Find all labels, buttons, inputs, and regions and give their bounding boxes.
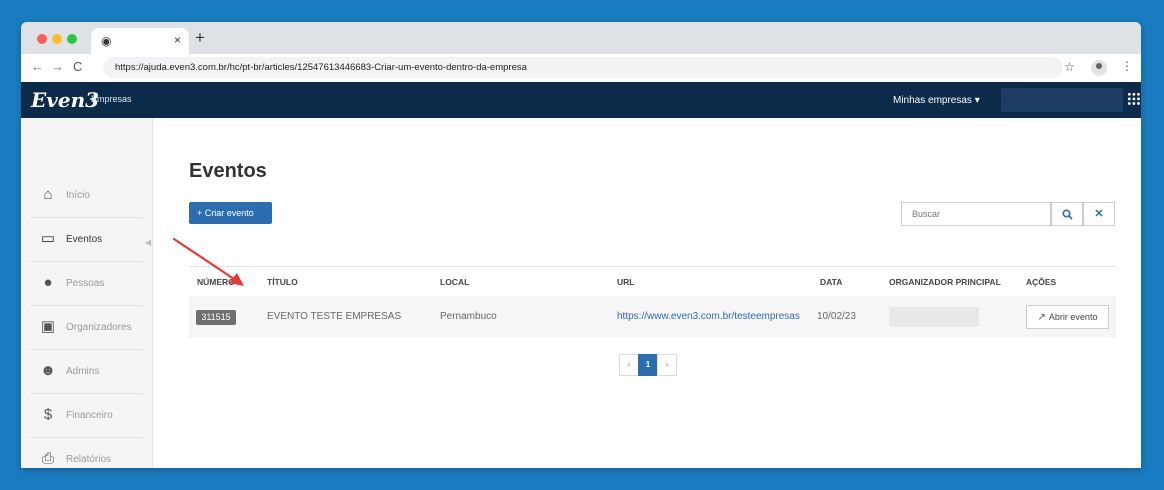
home-icon: ⌂ xyxy=(43,186,53,203)
apps-grid-icon[interactable] xyxy=(1127,92,1141,106)
event-url-link[interactable]: https://www.even3.com.br/testeempresas xyxy=(617,311,800,322)
user-menu[interactable] xyxy=(1001,88,1123,112)
new-tab-button[interactable]: + xyxy=(195,28,205,48)
sidebar-item-label: Organizadores xyxy=(66,322,132,333)
sidebar-item-label: Admins xyxy=(66,366,100,377)
annotation-arrow xyxy=(172,237,244,286)
open-event-label: Abrir evento xyxy=(1048,312,1098,322)
browser-menu-icon[interactable]: ⋮ xyxy=(1121,59,1133,73)
sidebar: ⌂ Início ▭ Eventos ● Pessoas ▣ Organizad… xyxy=(21,118,153,468)
sidebar-item-label: Início xyxy=(66,190,90,201)
collapse-sidebar-icon[interactable]: ◀ xyxy=(145,238,151,247)
forward-icon[interactable]: → xyxy=(51,60,64,74)
id-card-icon: ▣ xyxy=(40,318,56,335)
reload-icon[interactable]: C xyxy=(73,60,82,74)
logo-subtitle: Empresas xyxy=(91,94,132,104)
table-row: 311515 EVENTO TESTE EMPRESAS Pernambuco … xyxy=(189,296,1116,338)
sidebar-item-pessoas[interactable]: ● Pessoas xyxy=(31,262,143,306)
sidebar-item-label: Eventos xyxy=(66,234,103,245)
chrome-icon: ◉ xyxy=(101,34,112,48)
sidebar-item-inicio[interactable]: ⌂ Início xyxy=(31,174,143,218)
printer-icon: ⎙ xyxy=(41,450,54,467)
search-button[interactable] xyxy=(1051,202,1083,226)
person-icon: ● xyxy=(43,274,53,291)
app-header: Even3 Empresas Minhas empresas ▾ xyxy=(21,82,1141,118)
even3-logo[interactable]: Even3 xyxy=(31,88,99,112)
event-date: 10/02/23 xyxy=(817,311,856,322)
column-header-url: URL xyxy=(617,277,635,287)
pagination-page-1[interactable]: 1 xyxy=(638,354,658,376)
pagination-prev[interactable]: « xyxy=(619,354,639,376)
sidebar-item-relatorios[interactable]: ⎙ Relatórios xyxy=(31,438,143,468)
clear-search-button[interactable]: ✕ xyxy=(1083,202,1115,226)
column-header-data: Data xyxy=(820,277,843,287)
organizer-name-redacted xyxy=(889,307,979,327)
event-number-badge: 311515 xyxy=(196,310,236,325)
sidebar-item-label: Pessoas xyxy=(66,278,105,289)
money-bag-icon: $ xyxy=(43,406,53,423)
minimize-window-button[interactable] xyxy=(52,34,62,44)
calendar-icon: ▭ xyxy=(40,230,56,247)
table-header: Número Título Local URL Data Organizador… xyxy=(189,266,1116,297)
page-title: Eventos xyxy=(189,160,267,182)
maximize-window-button[interactable] xyxy=(67,34,77,44)
column-header-local: Local xyxy=(440,277,470,287)
sidebar-item-organizadores[interactable]: ▣ Organizadores xyxy=(31,306,143,350)
event-title: EVENTO TESTE EMPRESAS xyxy=(267,311,402,322)
create-event-button[interactable]: + Criar evento xyxy=(189,202,272,224)
sidebar-item-financeiro[interactable]: $ Financeiro xyxy=(31,394,143,438)
pagination-next[interactable]: » xyxy=(657,354,677,376)
sidebar-item-eventos[interactable]: ▭ Eventos xyxy=(31,218,143,262)
users-icon: ☻ xyxy=(40,362,56,379)
column-header-titulo: Título xyxy=(267,277,298,287)
external-link-icon: ↗ xyxy=(1037,312,1046,323)
close-tab-icon[interactable]: × xyxy=(174,33,181,47)
close-window-button[interactable] xyxy=(37,34,47,44)
event-location: Pernambuco xyxy=(440,311,497,322)
address-bar[interactable]: https://ajuda.even3.com.br/hc/pt-br/arti… xyxy=(103,57,1063,78)
browser-tab[interactable]: ◉ × xyxy=(91,28,189,54)
sidebar-item-label: Financeiro xyxy=(66,410,113,421)
companies-menu[interactable]: Minhas empresas ▾ xyxy=(893,95,980,106)
column-header-organizador: Organizador principal xyxy=(889,277,1001,287)
search-input[interactable] xyxy=(901,202,1051,226)
open-event-button[interactable]: ↗ Abrir evento xyxy=(1026,305,1109,329)
browser-toolbar: ← → C https://ajuda.even3.com.br/hc/pt-b… xyxy=(21,54,1141,83)
bookmark-star-icon[interactable]: ☆ xyxy=(1064,60,1075,74)
browser-window: ◉ × + ← → C https://ajuda.even3.com.br/h… xyxy=(21,22,1141,468)
tab-strip: ◉ × + xyxy=(21,22,1141,54)
sidebar-item-label: Relatórios xyxy=(66,454,112,465)
pagination: « 1 » xyxy=(619,354,677,376)
search-icon xyxy=(1061,209,1073,220)
back-icon[interactable]: ← xyxy=(31,60,44,74)
column-header-acoes: Ações xyxy=(1026,277,1057,287)
profile-icon[interactable] xyxy=(1091,60,1107,76)
sidebar-item-admins[interactable]: ☻ Admins xyxy=(31,350,143,394)
